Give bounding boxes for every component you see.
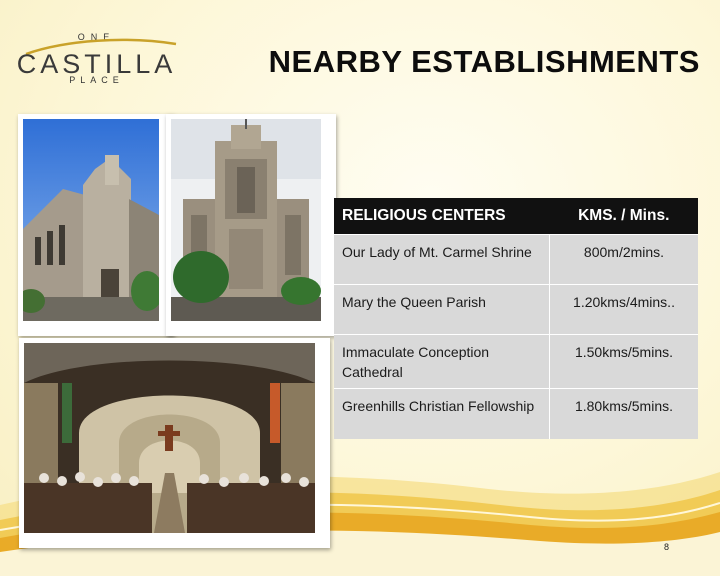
religious-center-name: Immaculate Conception Cathedral [334, 334, 550, 389]
church-exterior-photo-1 [18, 114, 174, 336]
church-tower-photo [166, 114, 336, 336]
church-interior-photo [19, 338, 330, 548]
table-row: Our Lady of Mt. Carmel Shrine 800m/2mins… [334, 234, 698, 285]
logo-bottom-text: PLACE [69, 75, 124, 85]
column-header: KMS. / Mins. [549, 198, 698, 235]
religious-center-name: Greenhills Christian Fellowship [334, 388, 550, 439]
column-header: RELIGIOUS CENTERS [334, 198, 550, 235]
distance-value: 1.50kms/5mins. [549, 334, 698, 389]
page-title: NEARBY ESTABLISHMENTS [268, 44, 700, 79]
religious-center-name: Our Lady of Mt. Carmel Shrine [334, 234, 550, 285]
logo: ONE CASTILLA PLACE [14, 30, 179, 90]
distance-value: 1.20kms/4mins.. [549, 284, 698, 335]
distance-value: 1.80kms/5mins. [549, 388, 698, 439]
religious-centers-table: RELIGIOUS CENTERS KMS. / Mins. Our Lady … [334, 198, 698, 439]
slide: ONE CASTILLA PLACE NEARBY ESTABLISHMENTS [0, 0, 720, 576]
table-row: Greenhills Christian Fellowship 1.80kms/… [334, 388, 698, 439]
page-number: 8 [664, 542, 670, 552]
table-header-row: RELIGIOUS CENTERS KMS. / Mins. [334, 198, 698, 235]
religious-center-name: Mary the Queen Parish [334, 284, 550, 335]
table-row: Mary the Queen Parish 1.20kms/4mins.. [334, 284, 698, 335]
distance-value: 800m/2mins. [549, 234, 698, 285]
table-row: Immaculate Conception Cathedral 1.50kms/… [334, 334, 698, 389]
